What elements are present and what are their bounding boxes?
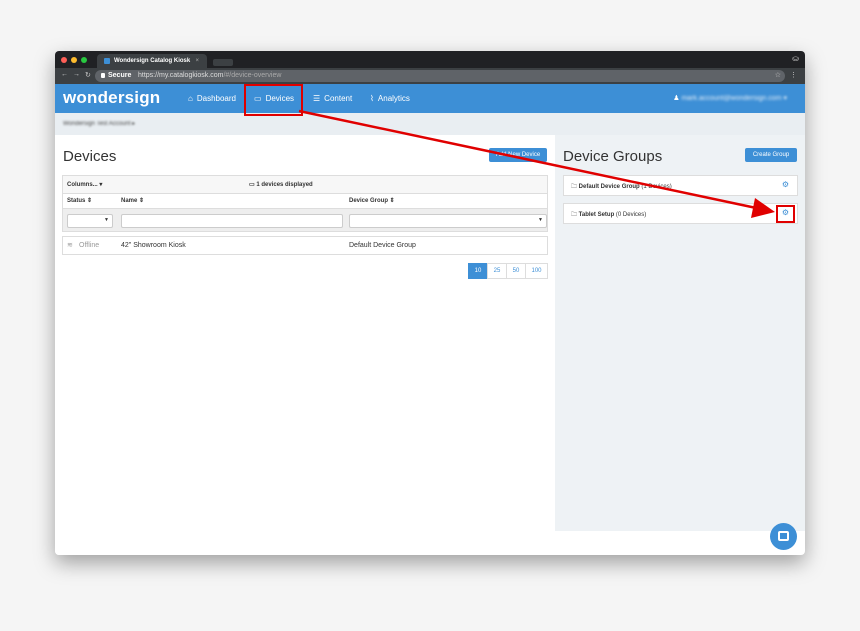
- arrow-head: [751, 198, 775, 218]
- browser-window: Wondersign Catalog Kiosk × ⛀ ← → ↻ Secur…: [55, 51, 805, 555]
- annotation-arrow: [298, 109, 775, 218]
- arrow-line: [298, 109, 762, 211]
